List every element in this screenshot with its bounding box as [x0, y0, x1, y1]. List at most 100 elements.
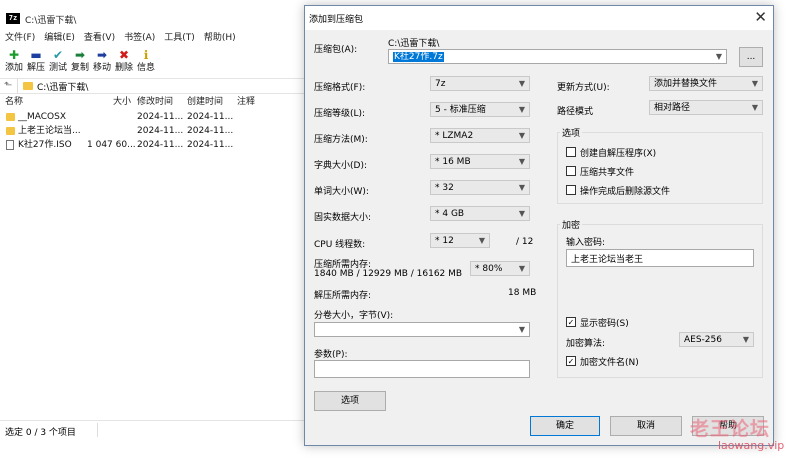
split-volume-combo[interactable]: ▼	[314, 322, 530, 337]
address-text: C:\迅雷下载\	[37, 83, 89, 93]
menu-edit[interactable]: 编辑(E)	[44, 31, 75, 45]
memory-usage-select[interactable]: * 80% ▼	[470, 261, 530, 276]
decompress-memory-value: 18 MB	[508, 288, 537, 298]
test-button[interactable]: ✔ 测试	[46, 48, 70, 74]
file-created: 2024-11...	[187, 112, 234, 122]
info-icon: ℹ	[143, 48, 149, 62]
up-folder-icon[interactable]: ⬑	[4, 80, 12, 91]
password-input[interactable]: 上老王论坛当老王	[566, 249, 754, 267]
cpu-threads-label: CPU 线程数:	[314, 240, 366, 250]
encryption-group-title: 加密	[560, 218, 583, 231]
column-comment[interactable]: 注释	[237, 96, 255, 109]
status-divider	[97, 423, 98, 437]
format-select[interactable]: 7z ▼	[430, 76, 530, 91]
ok-button[interactable]: 确定	[530, 416, 600, 436]
method-label: 压缩方法(M):	[314, 135, 368, 145]
folder-icon	[23, 82, 33, 90]
chevron-down-icon: ▼	[518, 183, 525, 192]
dictionary-value: * 16 MB	[435, 157, 471, 167]
level-label: 压缩等级(L):	[314, 109, 366, 119]
path-mode-value: 相对路径	[654, 103, 691, 113]
chevron-down-icon: ▼	[518, 157, 525, 166]
chevron-down-icon: ▼	[518, 105, 525, 114]
list-item[interactable]: 上老王论坛当... 2024-11... 2024-11...	[0, 124, 305, 138]
chevron-down-icon: ▼	[518, 325, 525, 334]
extract-label: 解压	[26, 63, 45, 73]
update-mode-label: 更新方式(U):	[557, 83, 610, 93]
level-value: 5 - 标准压缩	[435, 105, 486, 115]
delete-after-checkbox[interactable]	[566, 185, 576, 195]
status-text: 选定 0 / 3 个项目	[5, 428, 76, 438]
column-name[interactable]: 名称	[5, 96, 23, 109]
level-select[interactable]: 5 - 标准压缩 ▼	[430, 102, 530, 117]
info-button[interactable]: ℹ 信息	[134, 48, 158, 74]
path-mode-select[interactable]: 相对路径 ▼	[649, 100, 763, 115]
solid-block-select[interactable]: * 4 GB ▼	[430, 206, 530, 221]
menu-file[interactable]: 文件(F)	[5, 31, 35, 45]
arrow-right-green-icon: ➡	[74, 48, 86, 62]
chevron-down-icon: ▼	[751, 79, 758, 88]
column-modified[interactable]: 修改时间	[137, 96, 173, 109]
method-select[interactable]: * LZMA2 ▼	[430, 128, 530, 143]
copy-button[interactable]: ➡ 复制	[68, 48, 92, 74]
delete-button[interactable]: ✖ 删除	[112, 48, 136, 74]
cpu-threads-total: / 12	[516, 237, 534, 247]
menu-bar: 文件(F) 编辑(E) 查看(V) 书签(A) 工具(T) 帮助(H)	[0, 31, 305, 45]
encrypt-names-checkbox[interactable]: ✓	[566, 356, 576, 366]
file-modified: 2024-11...	[137, 112, 184, 122]
method-value: * LZMA2	[435, 131, 474, 141]
menu-bookmarks[interactable]: 书签(A)	[124, 31, 155, 45]
archive-name-combo[interactable]: K社27作.7z ▼	[388, 49, 727, 64]
menu-view[interactable]: 查看(V)	[84, 31, 115, 45]
sfx-checkbox[interactable]	[566, 147, 576, 157]
menu-help[interactable]: 帮助(H)	[204, 31, 236, 45]
menu-tools[interactable]: 工具(T)	[164, 31, 195, 45]
chevron-down-icon: ▼	[518, 264, 525, 273]
delete-x-icon: ✖	[118, 48, 130, 62]
compress-memory-detail: 1840 MB / 12929 MB / 16162 MB	[314, 269, 463, 279]
watermark-logo: 老王论坛	[690, 418, 771, 440]
path-mode-label: 路径模式	[557, 107, 594, 117]
archive-path: C:\迅雷下载\	[388, 39, 440, 49]
solid-block-label: 固实数据大小:	[314, 213, 372, 223]
move-button[interactable]: ➡ 移动	[90, 48, 114, 74]
file-modified: 2024-11...	[137, 140, 184, 150]
address-bar: ⬑ C:\迅雷下载\	[0, 78, 305, 94]
cpu-threads-select[interactable]: * 12 ▼	[430, 233, 490, 248]
options-button[interactable]: 选项	[314, 391, 386, 411]
dialog-title: 添加到压缩包	[309, 15, 364, 25]
cancel-button[interactable]: 取消	[610, 416, 682, 436]
column-size[interactable]: 大小	[113, 96, 131, 109]
dictionary-select[interactable]: * 16 MB ▼	[430, 154, 530, 169]
dialog-title-bar: 添加到压缩包 ✕	[305, 6, 773, 30]
file-modified: 2024-11...	[137, 126, 184, 136]
chevron-down-icon: ▼	[478, 236, 485, 245]
parameters-input[interactable]	[314, 360, 530, 378]
add-label: 添加	[4, 63, 23, 73]
browse-button[interactable]: ...	[739, 47, 763, 67]
list-item[interactable]: K社27作.ISO 1 047 60... 2024-11... 2024-11…	[0, 138, 305, 152]
cpu-threads-value: * 12	[435, 236, 454, 246]
list-item[interactable]: __MACOSX 2024-11... 2024-11...	[0, 110, 305, 124]
decompress-memory-label: 解压所需内存:	[314, 291, 372, 301]
options-group-title: 选项	[560, 126, 583, 139]
add-button[interactable]: ✚ 添加	[2, 48, 26, 74]
minus-icon: ▬	[30, 48, 42, 62]
close-icon[interactable]: ✕	[754, 8, 767, 26]
address-field[interactable]: C:\迅雷下载\	[17, 79, 307, 94]
folder-icon	[6, 127, 15, 135]
sfx-label: 创建自解压程序(X)	[580, 149, 657, 159]
update-mode-value: 添加并替换文件	[654, 79, 718, 89]
file-icon	[6, 140, 14, 150]
column-created[interactable]: 创建时间	[187, 96, 223, 109]
shared-files-checkbox[interactable]	[566, 166, 576, 176]
word-size-select[interactable]: * 32 ▼	[430, 180, 530, 195]
update-mode-select[interactable]: 添加并替换文件 ▼	[649, 76, 763, 91]
file-created: 2024-11...	[187, 140, 234, 150]
encryption-method-value: AES-256	[684, 335, 722, 345]
extract-button[interactable]: ▬ 解压	[24, 48, 48, 74]
show-password-checkbox[interactable]: ✓	[566, 317, 576, 327]
encryption-method-select[interactable]: AES-256 ▼	[679, 332, 754, 347]
encryption-group: 加密 输入密码: 上老王论坛当老王 ✓ 显示密码(S) 加密算法: AES-25…	[557, 218, 763, 378]
toolbar: ✚ 添加 ▬ 解压 ✔ 测试 ➡ 复制 ➡ 移动 ✖ 删除 ℹ 信息	[0, 48, 305, 76]
